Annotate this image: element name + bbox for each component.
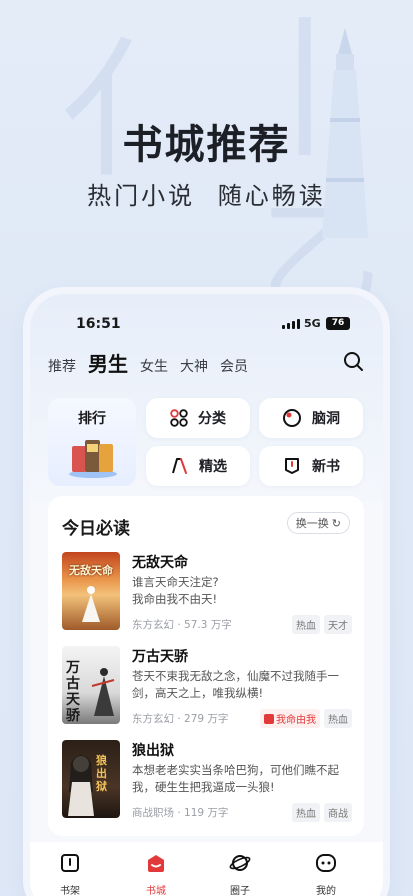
hero-title: 书城推荐 (122, 122, 291, 168)
featured-label: 精选 (199, 459, 227, 475)
network-type: 5G (304, 317, 321, 330)
rank-entry[interactable]: 排行 (48, 398, 136, 486)
tab-female[interactable]: 女生 (140, 356, 168, 376)
nav-bookstore[interactable]: 书城 (126, 852, 186, 896)
tab-male[interactable]: 男生 (88, 348, 128, 377)
phone-mockup: 16:51 5G 76 推荐 男生 女生 大神 会员 排行 分类 脑洞 精选 新… (30, 294, 383, 896)
tab-vip[interactable]: 会员 (220, 356, 248, 376)
nav-label: 书城 (146, 886, 166, 896)
book-tag: 热血 (324, 709, 352, 728)
tab-masters[interactable]: 大神 (180, 356, 208, 376)
book-tags: 热血 商战 (292, 803, 352, 822)
search-icon[interactable] (342, 350, 364, 372)
book-description: 谁言天命天注定? 我命由我不由天! (132, 575, 219, 606)
cover-title: 无敌天命 (69, 564, 113, 577)
daily-reads-title: 今日必读 (62, 519, 130, 539)
bookshelf-icon (61, 854, 79, 872)
bottom-navigation: 书架 书城 圈子 我的 (30, 842, 383, 896)
book-tag: 商战 (324, 803, 352, 822)
status-bar: 16:51 5G 76 (30, 316, 383, 336)
nav-bookshelf[interactable]: 书架 (40, 852, 100, 896)
new-books-entry[interactable]: 新书 (259, 446, 363, 486)
tab-recommend[interactable]: 推荐 (48, 356, 76, 376)
signal-icon (282, 319, 300, 329)
book-tags: 我命由我 热血 (260, 709, 352, 728)
cover-figure-illustration (82, 586, 100, 622)
cover-title: 狼出狱 (96, 754, 107, 793)
book-tag: 天才 (324, 615, 352, 634)
nav-label: 我的 (316, 886, 336, 896)
book-cover: 无敌天命 (62, 552, 120, 630)
book-tag-label: 我命由我 (276, 715, 316, 726)
brain-entry[interactable]: 脑洞 (259, 398, 363, 438)
book-title: 无敌天命 (132, 555, 188, 571)
grid-icon (170, 409, 188, 427)
featured-icon (172, 458, 187, 474)
bookstore-icon (148, 855, 164, 872)
nav-profile[interactable]: 我的 (296, 852, 356, 896)
refresh-icon: ↻ (331, 516, 341, 530)
book-title: 万古天骄 (132, 649, 188, 665)
book-stack-icon (69, 440, 117, 478)
book-item[interactable]: 万古天骄 万古天骄 苍天不束我无敌之念，仙魔不过我随手一剑，高天之上，唯我纵横!… (62, 646, 352, 728)
new-book-icon (285, 458, 299, 474)
book-cover: 狼出狱 (62, 740, 120, 818)
book-meta: 东方玄幻 · 57.3 万字 (132, 619, 232, 631)
book-cover: 万古天骄 (62, 646, 120, 724)
planet-icon (229, 855, 251, 871)
category-entry[interactable]: 分类 (146, 398, 250, 438)
status-time: 16:51 (76, 316, 121, 332)
cover-figure-illustration (91, 668, 115, 716)
book-tags: 热血 天才 (292, 615, 352, 634)
battery-indicator: 76 (326, 317, 350, 330)
hero-subtitle: 热门小说 随心畅读 (87, 182, 326, 210)
swap-button[interactable]: 换一换 ↻ (286, 512, 350, 534)
daily-reads-card: 今日必读 换一换 ↻ 无敌天命 无敌天命 谁言天命天注定? 我命由我不由天! 东… (48, 496, 364, 836)
book-description: 苍天不束我无敌之念，仙魔不过我随手一剑，高天之上，唯我纵横! (132, 669, 339, 700)
featured-entry[interactable]: 精选 (146, 446, 250, 486)
book-tag-hot: 我命由我 (260, 709, 320, 728)
new-books-label: 新书 (312, 459, 340, 475)
brain-hole-icon (283, 409, 301, 427)
nav-label: 圈子 (230, 886, 250, 896)
cover-figure-illustration (68, 755, 94, 816)
brain-label: 脑洞 (312, 411, 340, 427)
book-tag: 热血 (292, 615, 320, 634)
book-meta: 东方玄幻 · 279 万字 (132, 713, 229, 725)
book-item[interactable]: 无敌天命 无敌天命 谁言天命天注定? 我命由我不由天! 东方玄幻 · 57.3 … (62, 552, 352, 634)
cover-title: 万古天骄 (66, 660, 80, 724)
book-tag: 热血 (292, 803, 320, 822)
hot-tag-icon (264, 713, 274, 724)
book-description: 本想老老实实当条哈巴狗，可他们瞧不起我，硬生生把我逼成一头狼! (132, 763, 339, 794)
swap-label: 换一换 (295, 517, 329, 530)
category-tabs: 推荐 男生 女生 大神 会员 (48, 348, 248, 378)
rank-label: 排行 (78, 411, 106, 427)
category-label: 分类 (198, 411, 226, 427)
book-item[interactable]: 狼出狱 狼出狱 本想老老实实当条哈巴狗，可他们瞧不起我，硬生生把我逼成一头狼! … (62, 740, 352, 822)
nav-label: 书架 (60, 886, 80, 896)
nav-circle[interactable]: 圈子 (210, 852, 270, 896)
book-meta: 商战职场 · 119 万字 (132, 807, 229, 819)
book-title: 狼出狱 (132, 743, 174, 759)
profile-face-icon (316, 854, 336, 872)
